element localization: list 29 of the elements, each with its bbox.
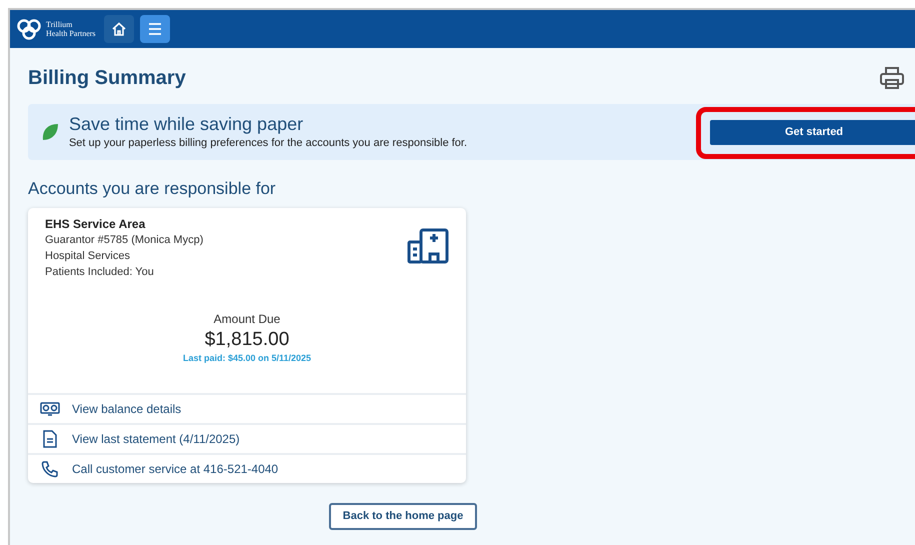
phone-icon bbox=[41, 460, 59, 478]
action-link[interactable]: View balance details bbox=[28, 393, 466, 423]
section-title: Accounts you are responsible for bbox=[28, 178, 277, 200]
leaf-icon bbox=[40, 122, 60, 142]
get-started-button[interactable]: Get started bbox=[710, 120, 915, 144]
amount-due: $1,815.00 bbox=[204, 328, 290, 352]
home-button[interactable] bbox=[104, 15, 134, 43]
account-name: EHS Service Area bbox=[45, 216, 146, 232]
account-detail: Guarantor #5785 (Monica Mycp) bbox=[45, 232, 204, 248]
logo-text: Health Partners bbox=[46, 29, 96, 38]
hospital-icon bbox=[407, 228, 449, 264]
account-detail: Hospital Services bbox=[45, 248, 131, 264]
page-title: Billing Summary bbox=[28, 66, 186, 91]
menu-button[interactable] bbox=[140, 15, 170, 43]
home-icon bbox=[110, 21, 127, 37]
action-link[interactable]: Call customer service at 416-521-4040 bbox=[28, 453, 466, 483]
action-link[interactable]: View last statement (4/11/2025) bbox=[28, 423, 466, 453]
logo-icon bbox=[16, 18, 42, 40]
print-icon[interactable] bbox=[879, 66, 905, 90]
promo-title: Save time while saving paper bbox=[68, 112, 304, 135]
promo-text: Set up your paperless billing preferences for the accounts you are responsible for. bbox=[68, 136, 468, 151]
amount-label: Amount Due bbox=[214, 310, 280, 328]
account-detail: Patients Included: You bbox=[45, 264, 155, 280]
money-icon bbox=[40, 402, 60, 416]
last-paid-text: Last paid: $45.00 on 5/11/2025 bbox=[182, 352, 312, 365]
document-icon bbox=[42, 430, 58, 448]
menu-icon bbox=[146, 22, 163, 36]
back-home-button[interactable]: Back to the home page bbox=[328, 503, 478, 530]
logo-text: Trillium bbox=[46, 20, 74, 29]
